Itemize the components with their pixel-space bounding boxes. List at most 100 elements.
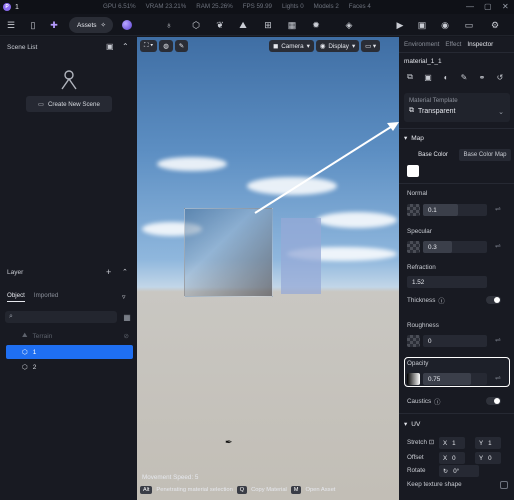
sun-icon[interactable]: ✹ [310,19,322,31]
caustics-toggle[interactable] [486,397,501,405]
offset-x-input[interactable]: X0 [439,452,465,464]
specular-map-thumbnail[interactable] [407,241,420,253]
map-section-header[interactable]: ▾ Map [404,134,424,143]
landscape-icon[interactable]: ⛰ [237,19,249,31]
save-icon[interactable]: ▣ [422,71,434,83]
tree-item-1[interactable]: ⬡ 1 [6,345,133,359]
camera-dropdown[interactable]: ◼ Camera ▾ [269,40,314,52]
eye-icon: ◉ [319,42,326,50]
tab-inspector[interactable]: Inspector [467,41,493,48]
3d-viewport[interactable]: ⛶ ▾ ◍ ✎ ◼ Camera ▾ ◉ Display ▾ ▭ ▾ ✒ Mov… [137,37,399,500]
screenshot-dropdown[interactable]: ▭ ▾ [361,40,381,52]
globe-icon[interactable]: ◍ [159,40,173,52]
grid-view-icon[interactable]: ▦ [121,311,133,323]
light-bulb-icon[interactable]: ♁ [163,19,175,31]
minimize-icon[interactable]: — [466,2,474,11]
search-input[interactable]: ⌕ [5,311,117,323]
leaf-icon[interactable]: ❦ [214,19,226,31]
layer-tabs: Object Imported [7,292,58,302]
transparent-panel-2[interactable] [281,218,321,294]
stretch-y-input[interactable]: Y1 [475,437,501,449]
create-new-scene-button[interactable]: ▭ Create New Scene [26,96,112,112]
refraction-input[interactable]: 1.52 [407,276,487,288]
assets-button[interactable]: Assets ✧ [69,17,113,33]
add-layer-icon[interactable]: + [106,267,111,277]
view-icon[interactable]: ▭ [463,19,475,31]
offset-x-value: 0 [452,454,456,462]
tab-object[interactable]: Object [7,292,25,302]
adjust-icon[interactable]: ⇌ [495,242,501,250]
tab-environment[interactable]: Environment [404,41,439,48]
refraction-label: Refraction [407,264,436,271]
tab-effect[interactable]: Effect [445,41,461,48]
caustics-label: Caustics [407,398,432,405]
transform-tool-button[interactable]: ⛶ ▾ [140,40,158,52]
palette-icon[interactable]: ◐ [440,71,452,83]
normal-slider[interactable]: 0.1 [423,204,487,216]
base-color-swatch[interactable] [407,165,419,177]
offset-y-input[interactable]: Y0 [475,452,501,464]
close-icon[interactable]: ✕ [502,2,509,11]
reset-icon[interactable]: ↺ [494,71,506,83]
rotate-input[interactable]: ↻ 0° [439,465,479,477]
tab-base-color-map[interactable]: Base Color Map [459,149,511,161]
thickness-toggle[interactable] [486,296,501,304]
eyedropper-cursor-icon: ✒ [225,437,233,447]
settings-icon[interactable]: ⚙ [489,19,501,31]
material-icon[interactable]: ⧉ [404,71,416,83]
lock-icon[interactable]: ⊡ [429,439,434,446]
image-icon[interactable]: ▣ [416,19,428,31]
tree-item-terrain[interactable]: ⛰ Terrain ⊘ [6,329,133,343]
roughness-map-thumbnail[interactable] [407,335,420,347]
tree-item-label: 1 [32,348,37,356]
camera-label: Camera [281,42,304,50]
faces-stat: Faces 4 [348,3,371,10]
roughness-slider[interactable]: 0 [423,335,487,347]
adjust-icon[interactable]: ⇌ [495,205,501,213]
menu-icon[interactable]: ☰ [5,19,17,31]
add-scene-icon[interactable]: ▣ [106,42,114,51]
video-icon[interactable]: ▶ [394,19,406,31]
maximize-icon[interactable]: ▢ [484,2,492,11]
window-number: 1 [15,3,19,11]
tree-item-2[interactable]: ⬡ 2 [6,360,133,374]
normal-map-thumbnail[interactable] [407,204,420,216]
adjust-icon[interactable]: ⇌ [495,374,501,382]
keep-texture-checkbox[interactable] [500,481,508,489]
opacity-map-thumbnail[interactable] [407,373,420,385]
info-icon: ⓘ [438,298,445,305]
models-stat: Models 2 [313,3,339,10]
hint-text: Open Asset [305,487,336,493]
tab-imported[interactable]: Imported [34,292,58,302]
opacity-slider[interactable]: 0.75 [423,373,487,385]
hierarchy-icon[interactable]: ⊞ [262,19,274,31]
stretch-y-value: 1 [488,439,492,447]
adjust-icon[interactable]: ⇌ [495,336,501,344]
sphere-icon[interactable] [122,20,132,30]
stretch-x-input[interactable]: X1 [439,437,465,449]
material-template-select[interactable]: Material Template ⧉ Transparent ⌄ [404,93,510,122]
hidden-eye-icon[interactable]: ⊘ [124,332,129,340]
link-icon[interactable]: ⚭ [476,71,488,83]
display-dropdown[interactable]: ◉ Display ▾ [315,40,360,52]
lights-stat: Lights 0 [281,3,304,10]
filter-icon[interactable]: ▿ [122,293,126,301]
shape-icon[interactable]: ⬡ [190,19,202,31]
specular-slider[interactable]: 0.3 [423,241,487,253]
viewport-view-controls: ◼ Camera ▾ ◉ Display ▾ ▭ ▾ [269,40,381,52]
tab-base-color[interactable]: Base Color [407,149,459,161]
map-section-label: Map [411,134,424,142]
transparent-panel-1[interactable] [184,208,273,297]
grid-icon[interactable]: ▦ [286,19,298,31]
collapse-layer-icon[interactable]: ⌃ [122,268,128,276]
collapse-icon[interactable]: ⌃ [122,42,129,51]
plugin-icon[interactable]: ✚ [48,19,60,31]
new-file-icon[interactable]: ▯ [27,19,39,31]
camera-icon[interactable]: ◉ [439,19,451,31]
uv-section-header[interactable]: ▾ UV [404,420,420,429]
terrain-icon[interactable]: ◈ [343,19,355,31]
eyedropper-icon[interactable]: ✎ [174,40,189,52]
offset-y-value: 0 [488,454,492,462]
material-name: material_1_1 [404,58,442,65]
brush-icon[interactable]: ✎ [458,71,470,83]
